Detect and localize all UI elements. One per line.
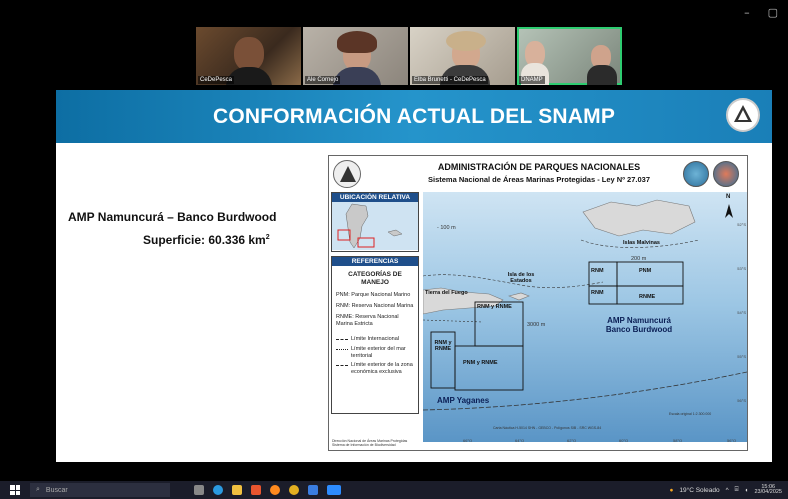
slide-title: CONFORMACIÓN ACTUAL DEL SNAMP — [212, 105, 616, 128]
participant-tile[interactable]: Ale Cornejo — [303, 27, 408, 85]
lon-tick: 58°O — [673, 438, 683, 443]
taskbar: ⌕ Buscar ● 19°C Soleado ^ ⌸ ◖ 15:06 23/04… — [0, 481, 788, 499]
zone-label: PNM — [639, 268, 652, 274]
amp-surface: Superficie: 60.336 km2 — [143, 233, 270, 247]
map-figure: ADMINISTRACIÓN DE PARQUES NACIONALES Sis… — [328, 155, 748, 451]
locator-map — [332, 202, 418, 250]
yaganes-label: AMP Yaganes — [437, 396, 490, 405]
slide-banner: CONFORMACIÓN ACTUAL DEL SNAMP — [56, 90, 772, 143]
fish-badge-icon — [683, 161, 709, 187]
zone-label: RNM — [591, 268, 604, 274]
weather-text[interactable]: 19°C Soleado — [679, 487, 719, 494]
weather-icon: ● — [669, 486, 674, 494]
participant-name: Ale Cornejo — [305, 76, 341, 84]
participant-tile[interactable]: Elba Brunetti - CeDePesca — [410, 27, 515, 85]
volume-icon[interactable]: ◖ — [745, 487, 749, 494]
lon-tick: 66°O — [463, 438, 473, 443]
system-tray: ● 19°C Soleado ^ ⌸ ◖ 15:06 23/04/2025 — [669, 481, 782, 499]
apn-seal-icon — [333, 160, 361, 188]
isobath-label: - 100 m — [437, 225, 456, 231]
zone-label: RNM y RNME — [477, 304, 512, 310]
sources-note: Carta Náutica H-5014 SHN - GEBCO - Políg… — [493, 426, 602, 430]
zone-label: RNM y RNME — [434, 340, 452, 352]
amp-name: AMP Namuncurá – Banco Burdwood — [68, 210, 277, 224]
participant-tile-active[interactable]: DNAMP — [517, 27, 622, 85]
participant-tile[interactable]: CeDePesca — [196, 27, 301, 85]
map-header-subtitle: Sistema Nacional de Áreas Marinas Proteg… — [427, 175, 650, 184]
store-icon[interactable] — [308, 485, 318, 495]
tray-chevron-icon[interactable]: ^ — [726, 487, 729, 494]
taskbar-search[interactable]: ⌕ Buscar — [30, 483, 170, 497]
legend-line: Límite exterior del mar territorial — [336, 346, 414, 360]
restore-icon[interactable]: ▢ — [768, 6, 778, 19]
isobath-label: 3000 m — [527, 322, 546, 328]
edge-icon[interactable] — [213, 485, 223, 495]
fish-badge-icon — [713, 161, 739, 187]
scale-note: Escala original 1:2.300.000 — [669, 412, 712, 416]
isobath-label: 200 m — [631, 256, 647, 262]
chrome-icon[interactable] — [289, 485, 299, 495]
legend-line: Límite exterior de la zona económica exc… — [336, 362, 414, 376]
north-arrow-icon: N — [726, 194, 731, 200]
malvinas-label: Islas Malvinas — [623, 240, 660, 246]
ubicacion-title: UBICACIÓN RELATIVA — [332, 193, 418, 202]
zoom-icon[interactable] — [327, 485, 341, 495]
zone-label: PNM y RNME — [463, 360, 498, 366]
categoria-item: PNM: Parque Nacional Marino — [336, 292, 411, 299]
isla-estados-label: Isla de los Estados — [507, 272, 535, 284]
categoria-item: RNME: Reserva Nacional Marina Estricta — [336, 314, 399, 327]
lat-tick: 56°S — [737, 398, 746, 403]
participant-strip: CeDePesca Ale Cornejo Elba Brunetti - Ce… — [196, 27, 622, 85]
window-controls: – ▢ — [744, 6, 778, 19]
map-header-title: ADMINISTRACIÓN DE PARQUES NACIONALES — [437, 162, 641, 172]
network-icon[interactable]: ⌸ — [735, 486, 739, 494]
clock[interactable]: 15:06 23/04/2025 — [754, 484, 782, 496]
shared-slide: CONFORMACIÓN ACTUAL DEL SNAMP AMP Namunc… — [56, 90, 772, 462]
categorias-title: CATEGORÍAS DE MANEJO — [348, 271, 402, 287]
windows-start-icon[interactable] — [10, 485, 20, 495]
participant-name: CeDePesca — [198, 76, 235, 84]
tierra-fuego-label: Tierra del Fuego — [425, 290, 468, 296]
legend-line: Límite Internacional — [336, 336, 414, 343]
referencias-panel: REFERENCIAS CATEGORÍAS DE MANEJO PNM: Pa… — [331, 256, 419, 414]
zone-label: RNME — [639, 294, 656, 300]
participant-name: Elba Brunetti - CeDePesca — [412, 76, 488, 84]
minimize-icon[interactable]: – — [744, 6, 750, 19]
categoria-item: RNM: Reserva Nacional Marina — [336, 303, 414, 310]
lon-tick: 62°O — [567, 438, 577, 443]
zone-label: RNM — [591, 290, 604, 296]
search-icon: ⌕ — [36, 486, 40, 493]
referencias-title: REFERENCIAS — [332, 257, 418, 266]
file-explorer-icon[interactable] — [232, 485, 242, 495]
firefox-icon[interactable] — [270, 485, 280, 495]
apn-logo — [726, 98, 760, 132]
task-view-icon[interactable] — [194, 485, 204, 495]
taskbar-apps — [194, 485, 341, 495]
map-body: - 100 m Islas Malvinas 200 m Isla de los… — [423, 192, 747, 443]
map-footer-note: Dirección Nacional de Áreas Marinas Prot… — [332, 438, 408, 447]
search-placeholder: Buscar — [45, 486, 68, 494]
lon-tick: 60°O — [619, 438, 629, 443]
ubicacion-panel: UBICACIÓN RELATIVA — [331, 192, 419, 252]
brave-icon[interactable] — [251, 485, 261, 495]
lon-tick: 56°O — [727, 438, 737, 443]
lon-tick: 64°O — [515, 438, 525, 443]
participant-name: DNAMP — [519, 76, 545, 84]
namuncura-label: AMP Namuncurá Banco Burdwood — [605, 316, 673, 334]
